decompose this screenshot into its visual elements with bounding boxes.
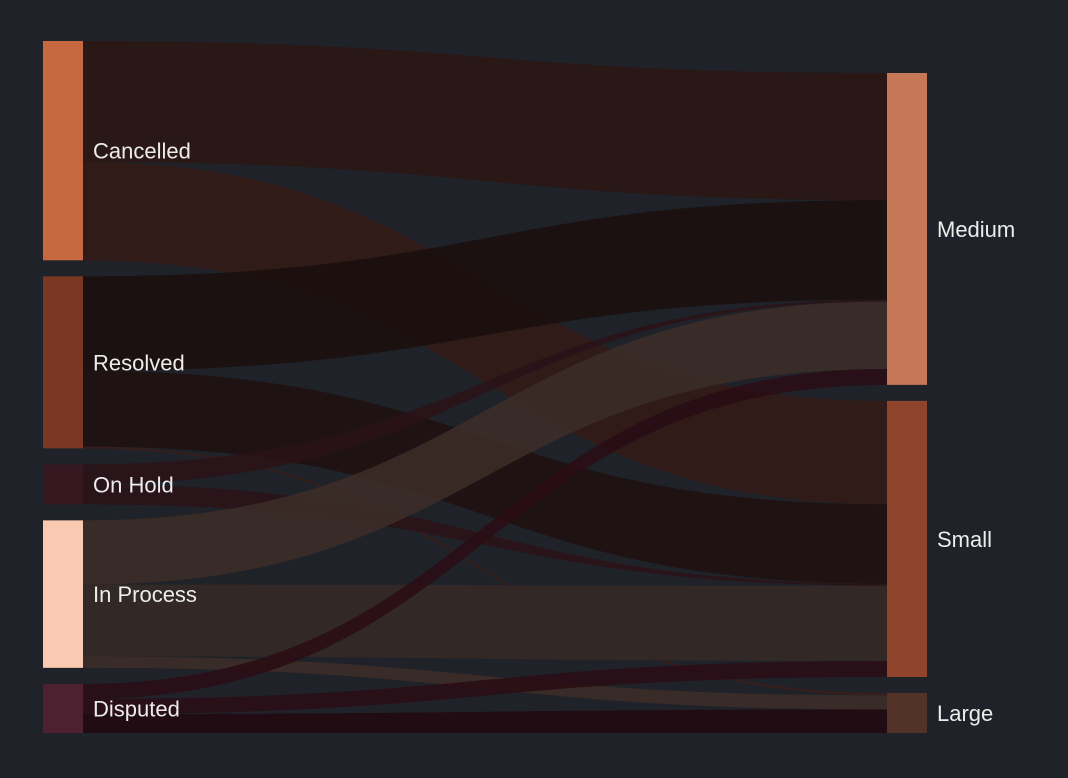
node-label-disputed: Disputed (93, 696, 180, 721)
node-cancelled[interactable] (43, 41, 83, 261)
node-disputed[interactable] (43, 683, 83, 733)
node-label-cancelled: Cancelled (93, 139, 191, 164)
node-large[interactable] (887, 693, 927, 733)
link-in-process-to-small[interactable] (83, 584, 887, 662)
node-resolved[interactable] (43, 276, 83, 449)
node-on-hold[interactable] (43, 464, 83, 505)
node-in-process[interactable] (43, 520, 83, 668)
sankey-links (83, 41, 887, 733)
node-label-large: Large (937, 701, 993, 726)
node-label-on-hold: On Hold (93, 472, 174, 497)
sankey-chart: Cancelled Resolved On Hold In Process Disput… (0, 0, 1068, 778)
node-medium[interactable] (887, 73, 927, 385)
node-label-medium: Medium (937, 217, 1015, 242)
node-label-resolved: Resolved (93, 350, 185, 375)
node-label-small: Small (937, 527, 992, 552)
node-label-in-process: In Process (93, 582, 197, 607)
node-small[interactable] (887, 400, 927, 677)
